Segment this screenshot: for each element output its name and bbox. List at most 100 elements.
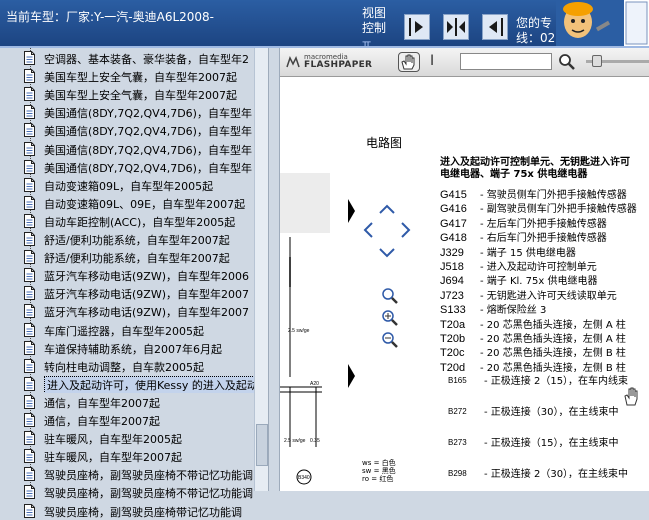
legend-code: S133 <box>440 304 466 317</box>
split-view-button[interactable] <box>443 14 469 40</box>
tree-item-label: 美国通信(8DY,7Q2,QV4,7D6)，自车型年 <box>44 125 252 139</box>
connection-desc: - 正极连接（30），在主线束中 <box>484 407 619 418</box>
document-icon <box>24 87 35 102</box>
legend-entry: T20a - 20 芯黑色插头连接，左侧 A 柱 <box>440 316 626 331</box>
tree-item[interactable]: 自动变速箱09L，自车型年2005起 <box>24 177 254 194</box>
zoom-slider-handle[interactable] <box>592 55 602 67</box>
tree-item-label: 驾驶员座椅，副驾驶员座椅带记忆功能调 <box>44 505 242 519</box>
legend-code: J518 <box>440 261 464 273</box>
document-icon <box>24 413 35 427</box>
tree-item[interactable]: 驻车暖风，自车型年2005起 <box>24 430 254 447</box>
tree-item-label: 美国通信(8DY,7Q2,QV4,7D6)，自车型年 <box>44 161 252 175</box>
prev-page-arrow-icon[interactable] <box>346 197 356 225</box>
tree-item[interactable]: 蓝牙汽车移动电话(9ZW)，自车型年2007 <box>24 285 254 302</box>
legend-code: J329 <box>440 246 464 259</box>
legend-desc: - 端子 15 供电继电器 <box>480 247 576 259</box>
color-legend-entry: ws = 白色 <box>362 459 396 467</box>
tree-item[interactable]: 驾驶员座椅，副驾驶员座椅带记忆功能调 <box>24 503 254 520</box>
document-icon <box>24 268 35 283</box>
hotline-line2: 线：02 <box>516 31 556 45</box>
color-legend-entry: sw = 黑色 <box>362 467 396 475</box>
hand-cursor-icon <box>624 387 638 406</box>
tree-item-label: 美国车型上安全气囊，自车型年2007起 <box>44 89 237 103</box>
tree-item[interactable]: 驾驶员座椅，副驾驶员座椅不带记忆功能调 <box>24 484 254 501</box>
tree-item[interactable]: 美国通信(8DY,7Q2,QV4,7D6)，自车型年 <box>24 141 254 158</box>
search-icon[interactable] <box>558 53 576 71</box>
tree-item-label: 自动变速箱09L、09E，自车型年2007起 <box>44 197 246 211</box>
legend-entry: J723 - 无钥匙进入许可天线读取单元 <box>440 287 617 302</box>
split-arrows-icon <box>447 18 465 36</box>
pan-controls-icon[interactable] <box>360 201 414 261</box>
legend-desc: - 左后车门外把手接触传感器 <box>480 218 607 230</box>
text-select-tool-button[interactable]: I <box>430 53 434 69</box>
tree-item[interactable]: 驻车暖风，自车型年2007起 <box>24 448 254 465</box>
pane-splitter[interactable] <box>268 48 280 491</box>
tree-item[interactable]: 进入及起动许可，使用Kessy 的进入及起动 <box>24 375 254 393</box>
zoom-out-icon[interactable] <box>381 331 399 349</box>
legend-entry: G415 - 驾驶员侧车门外把手接触传感器 <box>440 186 627 201</box>
tree-item-label: 蓝牙汽车移动电话(9ZW)，自车型年2007 <box>44 288 249 302</box>
tree-item-label: 驾驶员座椅，副驾驶员座椅不带记忆功能调 <box>44 487 253 501</box>
document-icon <box>24 358 35 373</box>
document-icon <box>24 195 35 210</box>
document-icon <box>24 177 35 192</box>
tree-item[interactable]: 车库门遥控器，自车型年2005起 <box>24 322 254 339</box>
tree-item[interactable]: 美国通信(8DY,7Q2,QV4,7D6)，自车型年 <box>24 104 254 121</box>
zoom-in-icon[interactable] <box>381 287 399 305</box>
legend-code: T20c <box>440 347 465 360</box>
tree-item[interactable]: 驾驶员座椅，副驾驶员座椅不带记忆功能调 <box>24 466 254 483</box>
legend-code: G418 <box>440 232 467 245</box>
legend-entry: J518 - 进入及起动许可控制单元 <box>440 258 597 273</box>
tree-item-label: 车库门遥控器，自车型年2005起 <box>44 324 204 338</box>
wire-label-a: 2.5 sw/ge <box>288 328 310 334</box>
wire-label-c: A20 <box>310 381 319 387</box>
color-legend-entry: ro = 红色 <box>362 475 394 483</box>
tree-item[interactable]: 通信，自车型年2007起 <box>24 394 254 411</box>
legend-code: G417 <box>440 217 467 230</box>
tree-item-label: 美国车型上安全气囊，自车型年2007起 <box>44 71 237 85</box>
hotline-line1: 您的专 <box>516 16 553 30</box>
document-icon <box>24 105 35 120</box>
next-page-arrow-icon[interactable] <box>346 362 356 390</box>
tree-item-label: 通信，自车型年2007起 <box>44 396 160 410</box>
tree-item[interactable]: 自动车距控制(ACC)，自车型年2005起 <box>24 213 254 230</box>
legend-desc: - 20 芯黑色插头连接，左侧 A 柱 <box>480 319 626 331</box>
show-tree-only-button[interactable] <box>482 14 508 40</box>
tree-item[interactable]: 转向柱电动调整，自车款2005起 <box>24 358 254 375</box>
connection-code: B298 <box>448 469 467 478</box>
hand-tool-button[interactable] <box>398 52 420 72</box>
legend-desc: - 副驾驶员侧车门外把手接触传感器 <box>480 204 637 216</box>
tree-item[interactable]: 自动变速箱09L、09E，自车型年2007起 <box>24 195 254 212</box>
tree-item[interactable]: 空调器、基本装备、豪华装备，自车型年2 <box>24 50 254 67</box>
tree-item[interactable]: 美国车型上安全气囊，自车型年2007起 <box>24 68 254 85</box>
tree-item[interactable]: 舒适/便利功能系统，自车型年2007起 <box>24 249 254 266</box>
tree-item[interactable]: 蓝牙汽车移动电话(9ZW)，自车型年2007 <box>24 303 254 320</box>
document-icon <box>24 51 35 65</box>
wire-label-e: 2.5 sw/ge <box>284 438 306 444</box>
sidebar-scroll-thumb[interactable] <box>256 424 268 466</box>
connection-desc: - 正极连接（15），在主线束中 <box>484 438 619 449</box>
legend-code: T20b <box>440 333 466 345</box>
legend-desc: - 进入及起动许可控制单元 <box>480 262 597 273</box>
tree-item[interactable]: 蓝牙汽车移动电话(9ZW)，自车型年2006 <box>24 267 254 284</box>
show-document-only-button[interactable] <box>404 14 430 40</box>
document-icon <box>24 232 35 246</box>
zoom-fit-icon[interactable] <box>381 309 399 327</box>
document-search-input[interactable] <box>460 53 552 70</box>
tree-item-label: 自动变速箱09L，自车型年2005起 <box>44 179 214 193</box>
app-header: 当前车型：厂家:Y-一汽-奥迪A6L2008- 视图控制 ㅠ 您的专 线：02 <box>0 0 649 50</box>
legend-desc: - 右后车门外把手接触传感器 <box>480 233 607 245</box>
document-page: 2.5 sw/ge A20 0.35 2.5 sw/ge B340 电路图 进入… <box>280 77 649 491</box>
hand-icon <box>401 54 415 70</box>
flashpaper-logo: macromedia FLASHPAPER <box>286 53 372 71</box>
document-icon <box>24 340 35 355</box>
connection-code: B273 <box>448 438 467 447</box>
tree-item[interactable]: 车道保持辅助系统，自2007年6月起 <box>24 340 254 357</box>
tree-item[interactable]: 舒适/便利功能系统，自车型年2007起 <box>24 231 254 248</box>
tree-item-label: 空调器、基本装备、豪华装备，自车型年2 <box>44 53 249 66</box>
document-icon <box>24 69 35 84</box>
tree-item[interactable]: 美国车型上安全气囊，自车型年2007起 <box>24 86 254 103</box>
tree-item[interactable]: 美国通信(8DY,7Q2,QV4,7D6)，自车型年 <box>24 159 254 176</box>
tree-item[interactable]: 通信，自车型年2007起 <box>24 412 254 429</box>
tree-item[interactable]: 美国通信(8DY,7Q2,QV4,7D6)，自车型年 <box>24 122 254 139</box>
